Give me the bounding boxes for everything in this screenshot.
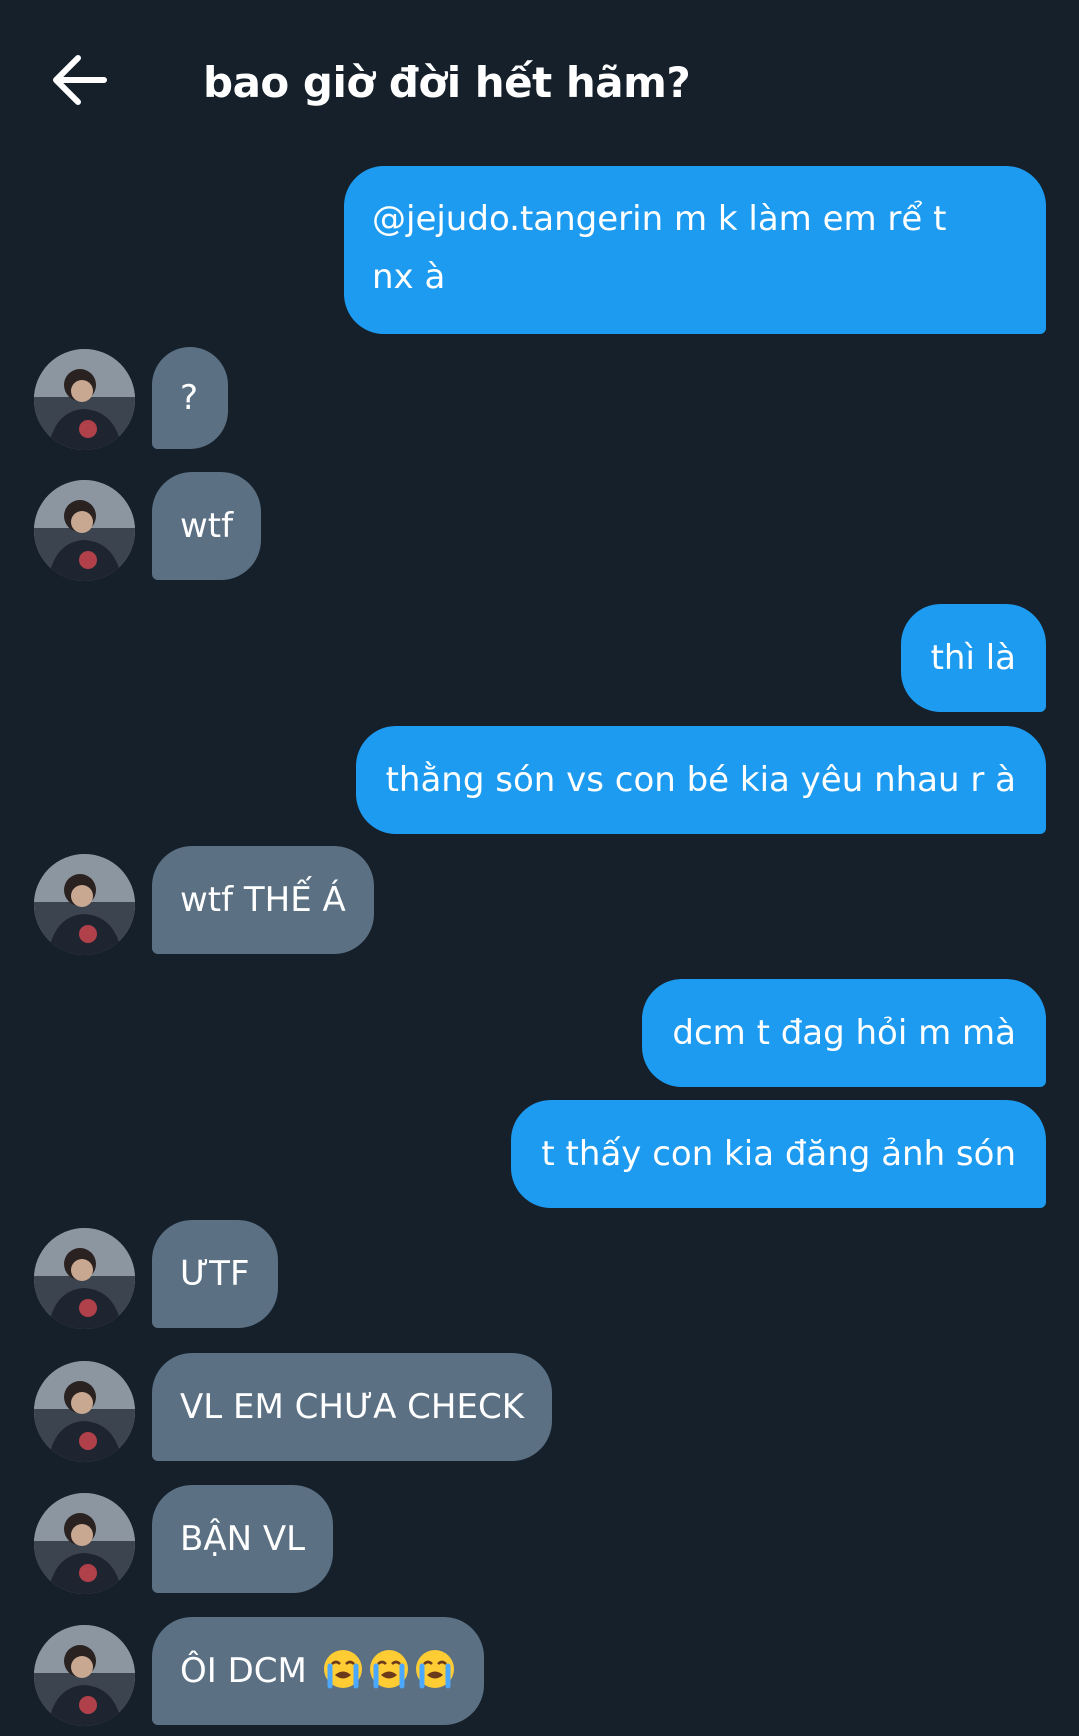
- outgoing-message[interactable]: t thấy con kia đăng ảnh són: [511, 1100, 1046, 1208]
- message-text: wtf THẾ Á: [180, 880, 346, 920]
- message-text: thằng són vs con bé kia yêu nhau r à: [385, 760, 1016, 800]
- avatar[interactable]: [34, 854, 135, 955]
- loudly-crying-face-emoji: [415, 1650, 454, 1689]
- avatar[interactable]: [34, 1228, 135, 1329]
- avatar[interactable]: [34, 480, 135, 581]
- message-text: ÔI DCM: [180, 1651, 307, 1691]
- incoming-message[interactable]: wtf THẾ Á: [152, 846, 374, 954]
- incoming-message[interactable]: BẬN VL: [152, 1485, 334, 1593]
- avatar[interactable]: [34, 1361, 135, 1462]
- incoming-message[interactable]: wtf: [152, 472, 262, 580]
- avatar[interactable]: [34, 1493, 135, 1594]
- message-text: dcm t đag hỏi m mà: [672, 1013, 1016, 1053]
- message-text: VL EM CHƯA CHECK: [180, 1387, 525, 1427]
- outgoing-message[interactable]: thằng són vs con bé kia yêu nhau r à: [355, 726, 1046, 834]
- outgoing-message[interactable]: @jejudo.tangerin m k làm em rể t nx à: [344, 166, 1046, 334]
- outgoing-message[interactable]: dcm t đag hỏi m mà: [642, 979, 1046, 1087]
- outgoing-message[interactable]: thì là: [900, 604, 1046, 712]
- message-text: t thấy con kia đăng ảnh són: [541, 1134, 1016, 1174]
- loudly-crying-face-emoji: [369, 1650, 408, 1689]
- incoming-message[interactable]: VL EM CHƯA CHECK: [152, 1353, 553, 1461]
- message-text: BẬN VL: [180, 1519, 306, 1559]
- message-list: @jejudo.tangerin m k làm em rể t nx à ? …: [0, 0, 1079, 1736]
- avatar[interactable]: [34, 1625, 135, 1726]
- avatar[interactable]: [34, 349, 135, 450]
- message-text: thì là: [930, 638, 1016, 678]
- message-text: ?: [180, 378, 199, 418]
- message-text: @jejudo.tangerin m k làm em rể t nx à: [372, 199, 947, 297]
- message-text: ƯTF: [180, 1254, 250, 1294]
- incoming-message[interactable]: ƯTF: [152, 1220, 278, 1328]
- incoming-message[interactable]: ?: [152, 347, 228, 449]
- loudly-crying-face-emoji: [323, 1650, 362, 1689]
- message-text: wtf: [180, 506, 234, 546]
- incoming-message[interactable]: ÔI DCM: [152, 1617, 484, 1725]
